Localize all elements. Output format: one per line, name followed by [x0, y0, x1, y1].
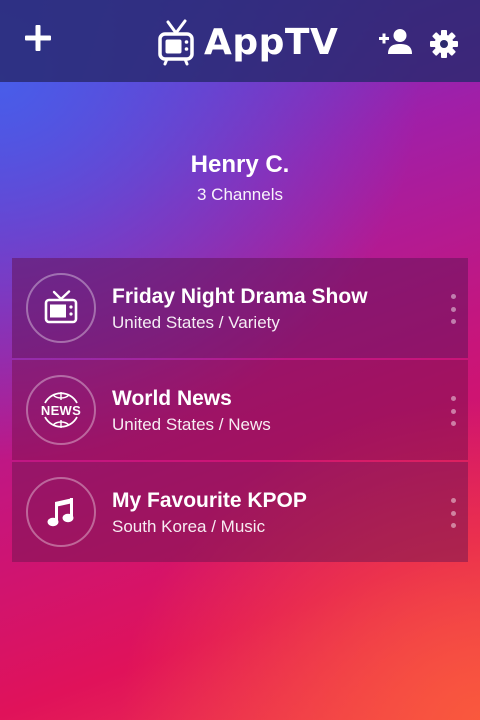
channel-title: World News: [112, 387, 232, 410]
channel-subtitle: South Korea / Music: [112, 517, 266, 536]
more-options-button[interactable]: [446, 396, 460, 426]
plus-icon: [25, 25, 51, 51]
more-options-button[interactable]: [446, 294, 460, 324]
dot: [450, 396, 456, 401]
dot: [450, 306, 456, 312]
add-user-icon: [379, 29, 412, 54]
channel-count: 3 Channels: [196, 185, 283, 204]
channel-icon-circle: [26, 273, 96, 343]
channel-icon-circle: NEWS: [26, 375, 96, 445]
profile-name: Henry C.: [190, 151, 290, 178]
settings-button[interactable]: [430, 30, 458, 58]
channel-list: Friday Night Drama Show United States / …: [12, 258, 468, 564]
tv-icon: [158, 19, 194, 66]
app-logo: AppTV: [158, 18, 338, 68]
tv-icon: [44, 290, 78, 324]
channel-subtitle: United States / Variety: [112, 313, 280, 332]
music-note-icon: [47, 498, 74, 527]
news-icon-label: NEWS: [40, 402, 82, 418]
gear-icon: [430, 30, 458, 58]
add-channel-button[interactable]: [22, 22, 54, 54]
dot: [450, 421, 456, 426]
channel-title: My Favourite KPOP: [112, 489, 307, 512]
dot: [450, 319, 456, 324]
profile-header: Henry C. 3 Channels: [0, 150, 480, 206]
list-item[interactable]: My Favourite KPOP South Korea / Music: [12, 462, 468, 562]
more-options-button[interactable]: [446, 498, 460, 528]
dot: [450, 523, 456, 528]
channel-subtitle: United States / News: [112, 415, 271, 434]
dot: [450, 510, 456, 516]
top-bar: AppTV: [0, 0, 480, 82]
dot: [450, 498, 456, 503]
app-title: AppTV: [204, 22, 339, 63]
add-user-button[interactable]: [378, 28, 414, 58]
channel-icon-circle: [26, 477, 96, 547]
dot: [450, 408, 456, 414]
dot: [450, 294, 456, 299]
channel-title: Friday Night Drama Show: [112, 285, 368, 308]
list-item[interactable]: Friday Night Drama Show United States / …: [12, 258, 468, 358]
list-item[interactable]: NEWS World News United States / News: [12, 360, 468, 460]
